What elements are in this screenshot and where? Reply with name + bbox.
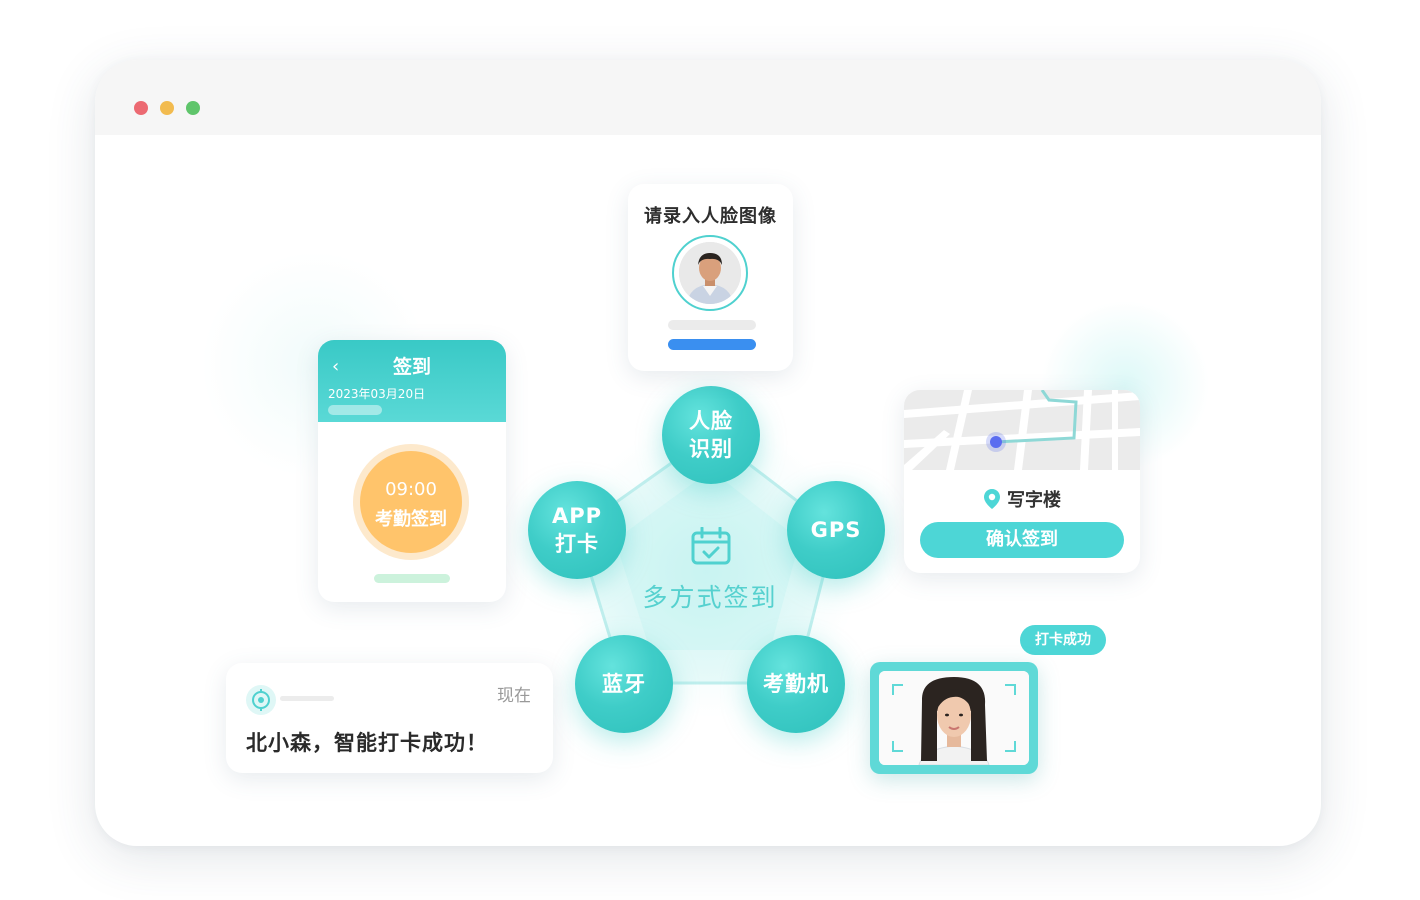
clock-time: 09:00 [385,479,437,500]
node-face-recognition[interactable]: 人脸 识别 [662,386,760,484]
face-enroll-title: 请录入人脸图像 [644,206,777,227]
title-bar [95,60,1321,135]
checkin-success-badge: 打卡成功 [1020,625,1106,655]
node-label: 人脸 [689,409,733,433]
face-scan-card [870,662,1038,774]
notification-time: 现在 [497,686,531,706]
footer-placeholder [374,574,450,583]
node-label: 蓝牙 [602,672,646,696]
sign-in-date: 2023年03月20日 [328,387,426,401]
notification-icon [246,685,276,715]
maximize-window-button[interactable] [186,101,200,115]
progress-placeholder [668,320,756,330]
node-label: 打卡 [554,532,599,556]
user-avatar [679,242,741,304]
notification-message: 北小森，智能打卡成功！ [246,731,488,755]
location-name: 写字楼 [1007,490,1061,511]
node-label: 考勤机 [763,672,829,696]
face-scan-view [879,671,1029,765]
notification-placeholder [280,696,334,701]
minimize-window-button[interactable] [160,101,174,115]
sign-in-card: ‹ 签到 2023年03月20日 09:00 考勤签到 [318,340,506,602]
sign-in-title: 签到 [392,356,431,378]
current-location-dot [986,432,1006,452]
map-view[interactable] [904,390,1140,470]
node-label: 识别 [689,437,733,461]
face-avatar-ring[interactable] [672,235,748,311]
clock-in-button[interactable]: 09:00 考勤签到 [353,444,469,560]
gps-map-card: 写字楼 确认签到 [904,390,1140,573]
node-app-checkin[interactable]: APP 打卡 [528,481,626,579]
location-pin-icon [984,489,1000,509]
header-placeholder [328,405,382,415]
center-label: 多方式签到 [642,583,778,612]
clock-in-inner: 09:00 考勤签到 [360,451,462,553]
confirm-checkin-button[interactable]: 确认签到 [920,522,1124,558]
notification-card[interactable]: 现在 北小森，智能打卡成功！ [226,663,553,773]
node-bluetooth[interactable]: 蓝牙 [575,635,673,733]
clock-label: 考勤签到 [375,509,447,530]
location-row: 写字楼 [904,486,1140,512]
node-attendance-machine[interactable]: 考勤机 [747,635,845,733]
node-gps[interactable]: GPS [787,481,885,579]
face-enroll-card: 请录入人脸图像 [628,184,793,371]
close-window-button[interactable] [134,101,148,115]
sign-in-header: ‹ 签到 2023年03月20日 [318,340,506,422]
enroll-action-bar[interactable] [668,339,756,350]
calendar-check-icon [691,527,731,565]
node-label: GPS [810,518,862,542]
node-label: APP [551,504,603,528]
